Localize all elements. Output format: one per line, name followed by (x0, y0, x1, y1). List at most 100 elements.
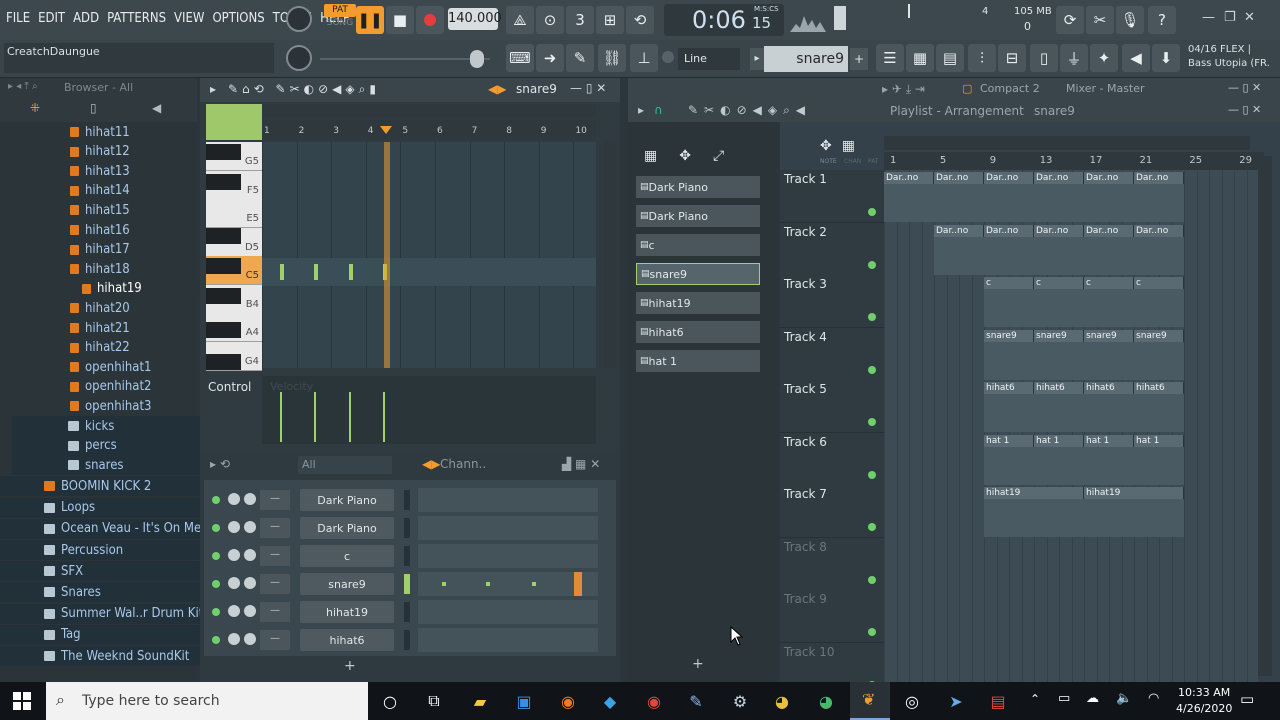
playlist-corner-icons[interactable]: ✥▦ (820, 138, 865, 154)
playlist-clip[interactable]: snare9 (984, 329, 1034, 342)
step-sequencer[interactable] (418, 488, 598, 512)
playlist-clip[interactable]: hat 1 (1034, 434, 1084, 447)
arrow-tool-button[interactable]: ➜ (536, 44, 564, 72)
channel-pan-knob[interactable] (228, 493, 240, 505)
restore-icon[interactable]: ❐ (1224, 10, 1236, 25)
velocity-bar[interactable] (383, 392, 385, 442)
mixer-track-selector[interactable]: — (260, 490, 290, 510)
track-header[interactable]: Track 4 (780, 327, 884, 381)
clip-body[interactable] (984, 236, 1034, 275)
add-channel-icon[interactable]: + (344, 658, 356, 674)
tempo-display[interactable]: 140.000 (448, 8, 502, 30)
track-mute-led[interactable] (868, 575, 876, 584)
stamp-button[interactable]: ⊥ (630, 44, 658, 72)
track-mute-led[interactable] (868, 260, 876, 269)
song-mode[interactable]: SONG (324, 17, 356, 30)
pat-mode[interactable]: PAT (324, 4, 356, 17)
channel-pan-knob[interactable] (228, 521, 240, 533)
playlist-clip[interactable]: hihat6 (984, 382, 1034, 394)
track-header[interactable]: Track 8 (780, 537, 884, 591)
track-mute-led[interactable] (868, 418, 876, 426)
file-button[interactable]: ▯ (1030, 44, 1058, 72)
playlist-button[interactable]: ☰ (876, 44, 904, 72)
clip-body[interactable] (984, 184, 1034, 222)
browser-nav-icons[interactable]: ▸ ◂ ⤒ ⌕ (8, 81, 38, 92)
clip-body[interactable] (1084, 236, 1134, 275)
mic-button[interactable]: 🎙 (1116, 6, 1144, 34)
playlist-clip[interactable]: Dar..no (934, 224, 984, 237)
clip-body[interactable] (1034, 394, 1084, 432)
clip-body[interactable] (984, 341, 1034, 380)
channel-volume-knob[interactable] (244, 521, 256, 533)
piano-roll-tools[interactable]: ✎⌂⟲ ✎✂◐⊘◀◈⌕▮ (228, 82, 380, 97)
notifications-icon[interactable]: ▭ (1240, 690, 1254, 708)
pattern-prev-icon[interactable]: ▸ (750, 48, 764, 70)
mixer-track-selector[interactable]: — (260, 574, 290, 594)
channel-volume-knob[interactable] (244, 605, 256, 617)
picker-item[interactable]: ▤ Dark Piano (636, 176, 760, 198)
flag-icon[interactable]: ▤ (986, 690, 1010, 712)
close-icon[interactable]: ✕ (1244, 10, 1255, 25)
playlist-clip[interactable]: c (984, 277, 1034, 289)
taskbar-search[interactable]: ⌕ Type here to search (46, 682, 368, 720)
record-button[interactable] (416, 6, 444, 34)
refresh-button[interactable]: ⟳ (1056, 6, 1084, 34)
playlist-clip[interactable]: Dar..no (1084, 224, 1134, 237)
mixer-track-selector[interactable]: — (260, 546, 290, 566)
playlist-clip[interactable]: Dar..no (984, 224, 1034, 237)
store-icon[interactable]: ▣ (512, 690, 536, 712)
pitch-slider-track[interactable] (320, 58, 490, 60)
playlist-timeline[interactable]: 1 5 9 13 17 21 25 29 (884, 152, 1264, 170)
playlist-clip[interactable]: hat 1 (1134, 434, 1184, 447)
step-edit-button[interactable]: ⊞ (596, 6, 624, 34)
clip-body[interactable] (1084, 499, 1184, 537)
tabs-window-controls[interactable]: — ▯ ✕ (1228, 81, 1261, 94)
clip-body[interactable] (1084, 289, 1134, 327)
playlist-tools[interactable]: ✎✂◐⊘◀◈⌕◀ (688, 103, 811, 118)
menu-patterns[interactable]: PATTERNS (107, 11, 166, 26)
app-icon-arrow[interactable]: ➤ (944, 690, 968, 712)
tab-compact[interactable]: Compact 2 (980, 82, 1040, 95)
velocity-bar[interactable] (314, 392, 316, 442)
playlist-menu-icon[interactable]: ▸ (638, 103, 644, 117)
channel-pan-knob[interactable] (228, 605, 240, 617)
picker-tools[interactable]: ▦✥⤢ (644, 148, 746, 164)
pen-tool-button[interactable]: ✎ (566, 44, 594, 72)
channel-pan-knob[interactable] (228, 549, 240, 561)
track-mute-led[interactable] (868, 365, 876, 374)
black-key[interactable] (206, 144, 241, 160)
cut-button[interactable]: ✂ (1086, 6, 1114, 34)
track-header[interactable]: Track 6 (780, 432, 884, 486)
playlist-clip[interactable]: Dar..no (1134, 224, 1184, 237)
swing-icon[interactable]: ◀▶ (422, 457, 440, 471)
picker-item[interactable]: ▤ snare9 (636, 263, 760, 285)
menu-file[interactable]: FILE (6, 11, 30, 26)
menu-view[interactable]: VIEW (174, 11, 204, 26)
pattern-selector[interactable]: snare9 (764, 46, 848, 72)
channel-volume-knob[interactable] (244, 549, 256, 561)
step-note[interactable] (442, 582, 446, 586)
tray-device-icon[interactable]: ▭ (1058, 691, 1070, 706)
black-key[interactable] (206, 354, 241, 370)
clock-time[interactable]: 10:33 AM (1178, 686, 1230, 699)
plugin-button[interactable]: ⏚ (1060, 44, 1088, 72)
channel-mute-led[interactable] (212, 496, 220, 504)
clip-body[interactable] (1134, 236, 1184, 275)
wifi-icon[interactable]: ◠ (1148, 691, 1159, 706)
clip-body[interactable] (984, 499, 1084, 537)
black-key[interactable] (206, 258, 241, 274)
playlist-clip[interactable]: hihat6 (1084, 382, 1134, 394)
menu-edit[interactable]: EDIT (38, 11, 65, 26)
playlist-clip[interactable]: Dar..no (1034, 172, 1084, 184)
playlist-vscroll[interactable] (1258, 156, 1272, 676)
channel-name-button[interactable]: snare9 (300, 573, 394, 595)
track-header[interactable]: Track 5 (780, 380, 884, 433)
clip-body[interactable] (984, 289, 1034, 327)
clip-body[interactable] (1084, 394, 1134, 432)
mixer-track-selector[interactable]: — (260, 602, 290, 622)
piano-key[interactable]: E5 (206, 199, 262, 228)
playlist-clip[interactable]: snare9 (1034, 329, 1084, 342)
playlist-clip[interactable]: snare9 (1084, 329, 1134, 342)
playlist-clip[interactable]: hihat19 (984, 487, 1084, 499)
channel-filter[interactable]: All (298, 456, 392, 474)
